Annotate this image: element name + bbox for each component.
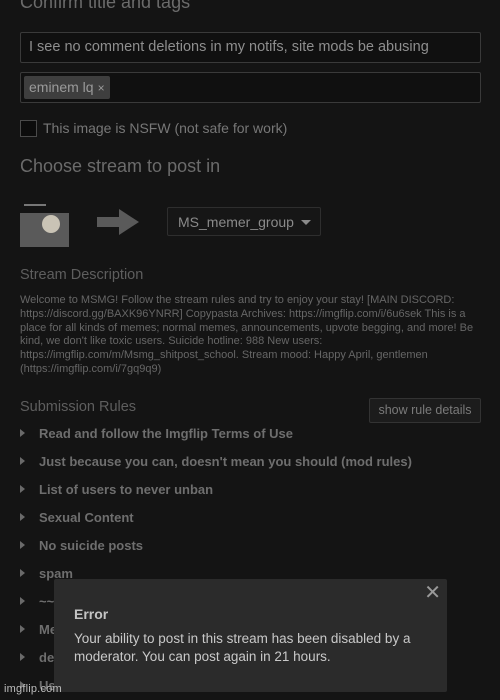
meme-thumbnail <box>20 197 69 247</box>
nsfw-checkbox[interactable] <box>20 119 37 137</box>
caret-right-icon <box>20 485 25 493</box>
caret-right-icon <box>20 569 25 577</box>
error-modal-title: Error <box>74 606 109 622</box>
rule-item[interactable]: Me <box>20 620 57 638</box>
submission-rules-title: Submission Rules <box>20 399 137 415</box>
arrow-right-icon <box>97 209 139 235</box>
thumbnail-face <box>42 215 60 233</box>
caret-right-icon <box>20 513 25 521</box>
error-modal-message: Your ability to post in this stream has … <box>74 631 411 664</box>
tag-remove-button[interactable]: × <box>98 81 105 95</box>
caret-right-icon <box>20 597 25 605</box>
chevron-down-icon <box>301 220 311 225</box>
caret-right-icon <box>20 541 25 549</box>
stream-select-value: MS_memer_group <box>178 214 294 230</box>
caret-right-icon <box>20 429 25 437</box>
tag-chip: eminem lq × <box>24 76 110 99</box>
thumbnail-caption-line <box>24 204 46 206</box>
tags-input[interactable]: eminem lq × <box>20 72 481 103</box>
confirm-section-title: Confirm title and tags <box>20 0 191 12</box>
rule-item[interactable]: Sexual Content <box>20 508 134 526</box>
rule-item[interactable]: Just because you can, doesn't mean you s… <box>20 452 412 470</box>
error-modal: ✕ Error Your ability to post in this str… <box>54 579 447 692</box>
stream-select[interactable]: MS_memer_group <box>167 207 321 236</box>
submit-page: Confirm title and tags I see no comment … <box>0 0 500 700</box>
rule-label: ~~ <box>39 593 55 609</box>
nsfw-label[interactable]: This image is NSFW (not safe for work) <box>43 120 287 136</box>
rule-label: List of users to never unban <box>39 481 214 497</box>
close-icon[interactable]: ✕ <box>424 581 441 605</box>
rule-label: No suicide posts <box>39 537 144 553</box>
rule-label: Just because you can, doesn't mean you s… <box>39 453 412 469</box>
tag-label: eminem lq <box>29 79 94 95</box>
rule-label: Read and follow the Imgflip Terms of Use <box>39 425 294 441</box>
rule-item[interactable]: de <box>20 648 54 666</box>
stream-description-title: Stream Description <box>20 267 144 283</box>
caret-right-icon <box>20 653 25 661</box>
caret-right-icon <box>20 457 25 465</box>
rule-item[interactable]: No suicide posts <box>20 536 143 554</box>
imgflip-watermark: imgflip.com <box>4 683 62 695</box>
rule-item[interactable]: List of users to never unban <box>20 480 213 498</box>
rule-item[interactable]: ~~ <box>20 592 54 610</box>
nsfw-row: This image is NSFW (not safe for work) <box>20 119 287 137</box>
show-rule-details-button[interactable]: show rule details <box>369 398 481 423</box>
rule-item[interactable]: Read and follow the Imgflip Terms of Use <box>20 424 293 442</box>
title-input[interactable]: I see no comment deletions in my notifs,… <box>20 32 481 63</box>
rule-label: de <box>39 649 55 665</box>
caret-right-icon <box>20 625 25 633</box>
stream-description-text: Welcome to MSMG! Follow the stream rules… <box>20 294 474 375</box>
stream-section-title: Choose stream to post in <box>20 156 221 176</box>
rule-label: Sexual Content <box>39 509 134 525</box>
